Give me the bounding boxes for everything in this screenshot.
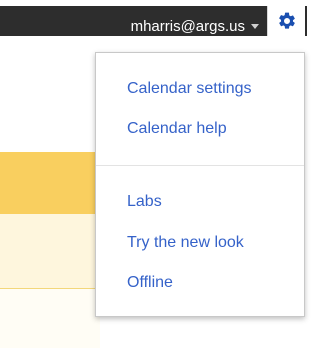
gear-icon bbox=[278, 12, 295, 29]
calendar-background bbox=[0, 289, 100, 348]
menu-item-calendar-settings[interactable]: Calendar settings bbox=[127, 79, 252, 99]
account-menu-button[interactable]: mharris@args.us bbox=[131, 12, 259, 42]
menu-separator bbox=[96, 165, 304, 166]
calendar-today-band bbox=[0, 214, 100, 288]
calendar-highlight-band bbox=[0, 152, 100, 214]
account-email: mharris@args.us bbox=[130, 18, 245, 35]
menu-item-calendar-help[interactable]: Calendar help bbox=[127, 119, 227, 139]
caret-down-icon bbox=[251, 23, 259, 29]
menu-item-offline[interactable]: Offline bbox=[127, 273, 173, 293]
settings-gear-button[interactable] bbox=[267, 6, 305, 36]
top-bar: mharris@args.us bbox=[0, 0, 307, 36]
menu-item-try-new-look[interactable]: Try the new look bbox=[127, 233, 244, 253]
menu-item-labs[interactable]: Labs bbox=[127, 192, 162, 212]
settings-dropdown-menu: Calendar settings Calendar help Labs Try… bbox=[95, 52, 305, 317]
